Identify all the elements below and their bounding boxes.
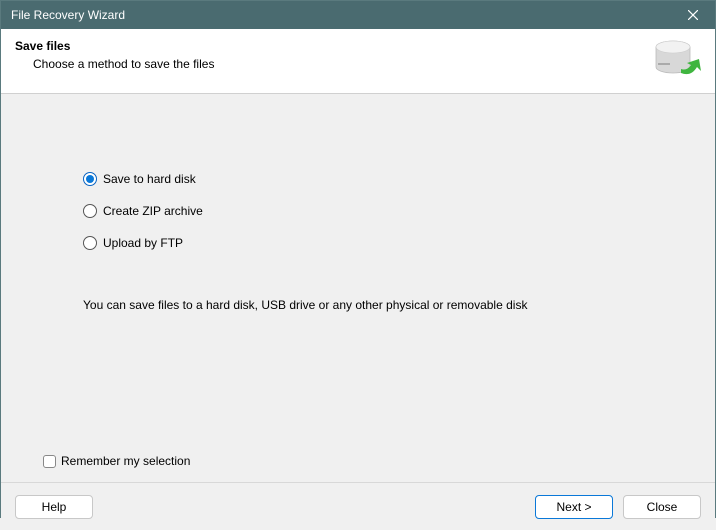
remember-selection-checkbox[interactable]: Remember my selection bbox=[43, 454, 190, 468]
titlebar: File Recovery Wizard bbox=[1, 1, 715, 29]
next-button[interactable]: Next > bbox=[535, 495, 613, 519]
window-title: File Recovery Wizard bbox=[11, 8, 671, 22]
radio-upload-ftp[interactable]: Upload by FTP bbox=[83, 236, 675, 250]
radio-label: Create ZIP archive bbox=[103, 204, 203, 218]
checkbox-icon bbox=[43, 455, 56, 468]
page-subtitle: Choose a method to save the files bbox=[33, 57, 645, 71]
radio-label: Upload by FTP bbox=[103, 236, 183, 250]
wizard-footer: Help Next > Close bbox=[1, 482, 715, 530]
radio-icon bbox=[83, 236, 97, 250]
button-label: Close bbox=[647, 500, 678, 514]
wizard-header: Save files Choose a method to save the f… bbox=[1, 29, 715, 94]
hard-disk-recovery-icon bbox=[653, 39, 701, 81]
radio-label: Save to hard disk bbox=[103, 172, 196, 186]
wizard-content: Save to hard disk Create ZIP archive Upl… bbox=[1, 94, 715, 482]
close-button[interactable]: Close bbox=[623, 495, 701, 519]
save-method-options: Save to hard disk Create ZIP archive Upl… bbox=[41, 94, 675, 312]
help-button[interactable]: Help bbox=[15, 495, 93, 519]
radio-icon bbox=[83, 172, 97, 186]
close-icon[interactable] bbox=[671, 1, 715, 29]
radio-create-zip[interactable]: Create ZIP archive bbox=[83, 204, 675, 218]
page-title: Save files bbox=[15, 39, 645, 53]
checkbox-label: Remember my selection bbox=[61, 454, 190, 468]
button-label: Help bbox=[42, 500, 67, 514]
radio-save-hard-disk[interactable]: Save to hard disk bbox=[83, 172, 675, 186]
option-description: You can save files to a hard disk, USB d… bbox=[83, 298, 675, 312]
radio-icon bbox=[83, 204, 97, 218]
button-label: Next > bbox=[556, 500, 591, 514]
